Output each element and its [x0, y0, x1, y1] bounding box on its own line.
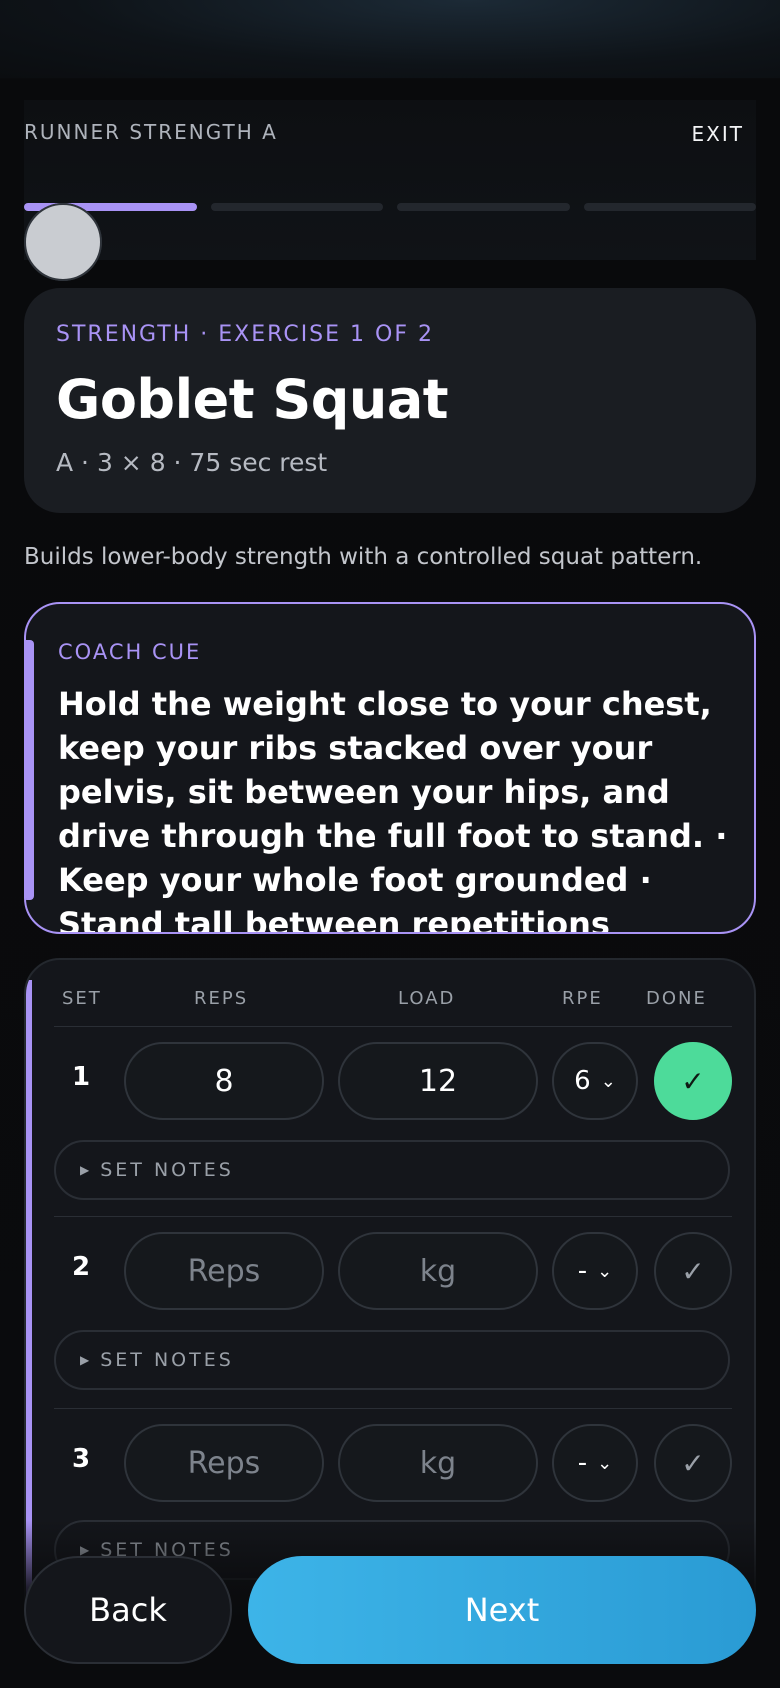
- check-icon: ✓: [681, 1446, 705, 1480]
- header-done: DONE: [646, 988, 707, 1009]
- caret-right-icon: ▶: [80, 1163, 93, 1177]
- done-toggle[interactable]: ✓: [654, 1232, 732, 1310]
- chevron-down-icon: ⌄: [597, 1260, 613, 1282]
- load-input[interactable]: kg: [338, 1232, 538, 1310]
- progress-segment: [583, 203, 756, 211]
- load-input[interactable]: kg: [338, 1424, 538, 1502]
- rpe-select[interactable]: - ⌄: [552, 1232, 638, 1310]
- exercise-title: Goblet Squat: [56, 368, 449, 431]
- progress-segment: [397, 203, 570, 211]
- rpe-select[interactable]: - ⌄: [552, 1424, 638, 1502]
- caret-right-icon: ▶: [80, 1353, 93, 1367]
- set-number: 1: [72, 1062, 91, 1092]
- reps-input[interactable]: 8: [124, 1042, 324, 1120]
- next-button[interactable]: Next: [248, 1556, 756, 1664]
- set-number: 3: [72, 1444, 91, 1474]
- workout-screen: RUNNER STRENGTH A EXIT STRENGTH · EXERCI…: [0, 0, 780, 1688]
- workout-header: RUNNER STRENGTH A EXIT: [24, 100, 756, 281]
- check-icon: ✓: [681, 1254, 705, 1288]
- exercise-description: Builds lower-body strength with a contro…: [24, 544, 703, 570]
- progress-bar: [24, 203, 756, 281]
- set-notes-label: SET NOTES: [100, 1349, 234, 1371]
- reps-input[interactable]: Reps: [124, 1232, 324, 1310]
- rpe-value: 6: [574, 1066, 591, 1096]
- rpe-value: -: [577, 1256, 588, 1286]
- exercise-meta: A · 3 × 8 · 75 sec rest: [56, 448, 328, 477]
- set-notes-toggle[interactable]: ▶ SET NOTES: [54, 1140, 730, 1200]
- header-reps: REPS: [194, 988, 249, 1009]
- header-load: LOAD: [398, 988, 456, 1009]
- progress-segment: [24, 203, 102, 281]
- status-area: [0, 0, 780, 78]
- reps-input[interactable]: Reps: [124, 1424, 324, 1502]
- set-notes-label: SET NOTES: [100, 1159, 234, 1181]
- header-set: SET: [62, 988, 102, 1009]
- rpe-value: -: [577, 1448, 588, 1478]
- check-icon: ✓: [681, 1064, 705, 1098]
- set-number: 2: [72, 1252, 91, 1282]
- divider: [54, 1408, 732, 1409]
- cue-label: COACH CUE: [58, 640, 202, 664]
- divider: [54, 1216, 732, 1217]
- workout-name: RUNNER STRENGTH A: [24, 120, 278, 144]
- cue-text: Hold the weight close to your chest, kee…: [58, 685, 728, 934]
- coach-cue-card: COACH CUE Hold the weight close to your …: [24, 602, 756, 934]
- cue-accent-bar: [26, 640, 34, 900]
- set-notes-toggle[interactable]: ▶ SET NOTES: [54, 1330, 730, 1390]
- exercise-card: STRENGTH · EXERCISE 1 OF 2 Goblet Squat …: [24, 288, 756, 513]
- rpe-select[interactable]: 6 ⌄: [552, 1042, 638, 1120]
- exit-button[interactable]: EXIT: [692, 122, 744, 146]
- exercise-eyebrow: STRENGTH · EXERCISE 1 OF 2: [56, 322, 434, 347]
- chevron-down-icon: ⌄: [597, 1452, 613, 1474]
- done-toggle[interactable]: ✓: [654, 1424, 732, 1502]
- chevron-down-icon: ⌄: [600, 1070, 616, 1092]
- header-rpe: RPE: [562, 988, 603, 1009]
- divider: [54, 1026, 732, 1027]
- load-input[interactable]: 12: [338, 1042, 538, 1120]
- done-toggle[interactable]: ✓: [654, 1042, 732, 1120]
- back-button[interactable]: Back: [24, 1556, 232, 1664]
- progress-segment: [210, 203, 383, 211]
